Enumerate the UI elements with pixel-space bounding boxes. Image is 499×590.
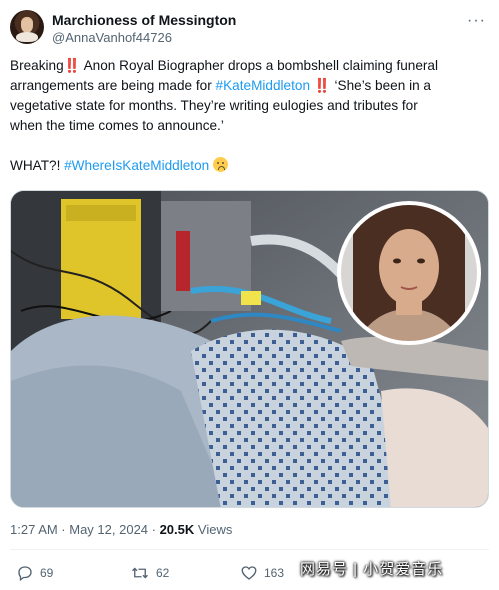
repost-button[interactable]: 62 <box>130 564 169 582</box>
tweet-header: Marchioness of Messington @AnnaVanhof447… <box>10 8 490 48</box>
author-handle[interactable]: @AnnaVanhof44726 <box>52 30 172 45</box>
reply-icon <box>18 566 32 582</box>
text-segment: arrangements are being made for <box>10 78 216 93</box>
repost-icon <box>132 567 148 579</box>
timestamp[interactable]: 1:27 AM · May 12, 2024 · <box>10 522 160 537</box>
author-avatar[interactable] <box>10 10 44 44</box>
double-exclamation-emoji: ‼️ <box>63 58 81 73</box>
tweet-meta: 1:27 AM · May 12, 2024 · 20.5K Views <box>10 522 232 537</box>
tweet-text: Breaking‼️ Anon Royal Biographer drops a… <box>10 56 488 176</box>
views-count: 20.5K <box>159 522 195 537</box>
reply-count: 69 <box>40 566 54 580</box>
author-name[interactable]: Marchioness of Messington <box>52 12 236 28</box>
watermark: 网易号 | 小贺爱音乐 <box>300 561 444 578</box>
text-segment: Anon Royal Biographer drops a bombshell … <box>80 58 439 73</box>
worried-face-emoji <box>212 157 228 172</box>
more-icon[interactable]: ··· <box>467 12 486 30</box>
like-icon <box>241 566 257 580</box>
hospital-photo <box>11 191 488 507</box>
like-button[interactable]: 163 <box>240 564 284 582</box>
reply-button[interactable]: 69 <box>16 564 53 582</box>
hashtag-link[interactable]: #KateMiddleton <box>216 78 310 93</box>
divider <box>10 549 489 550</box>
hashtag-link[interactable]: #WhereIsKateMiddleton <box>64 158 209 173</box>
tweet-image[interactable] <box>10 190 489 508</box>
text-segment: vegetative state for months. They’re wri… <box>10 98 418 113</box>
text-segment: ‼️ ‘She’s been in a <box>310 78 431 93</box>
text-segment: Breaking <box>10 58 64 73</box>
repost-count: 62 <box>156 566 170 580</box>
like-count: 163 <box>264 566 285 580</box>
text-segment: when the time comes to announce.’ <box>10 118 224 133</box>
views-label: Views <box>194 522 233 537</box>
text-segment: WHAT?! <box>10 158 65 173</box>
